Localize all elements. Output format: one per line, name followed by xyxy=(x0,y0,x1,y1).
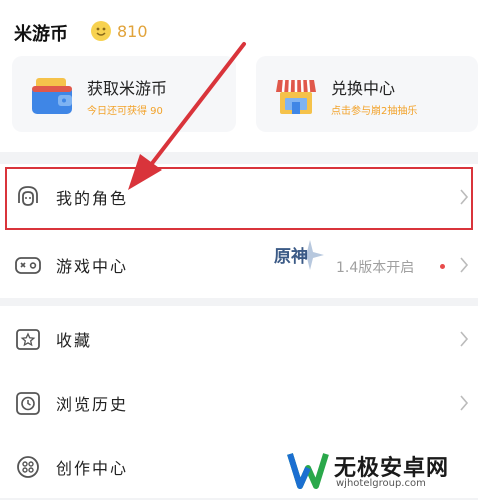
clock-icon xyxy=(16,392,40,415)
red-dot-badge xyxy=(440,264,445,269)
chevron-right-icon xyxy=(460,257,469,273)
coin-section: 米游币 810 获取米游币 今日还可获得 90 兑换中心 点击参与崩2抽抽乐 xyxy=(0,0,478,152)
watermark: 无极安卓网 wjhotelgroup.com xyxy=(286,446,472,494)
chevron-right-icon xyxy=(460,331,469,347)
exchange-center-subtitle: 点击参与崩2抽抽乐 xyxy=(331,106,418,117)
menu-item-game-center-label: 游戏中心 xyxy=(56,257,129,276)
menu-item-favorites[interactable]: 收藏 xyxy=(0,306,478,372)
exchange-center-card[interactable]: 兑换中心 点击参与崩2抽抽乐 xyxy=(256,56,478,132)
wallet-icon xyxy=(32,78,72,114)
earn-coins-card[interactable]: 获取米游币 今日还可获得 90 xyxy=(12,56,236,132)
highlight-box xyxy=(5,167,473,230)
coin-count: 810 xyxy=(117,22,148,41)
menu-item-game-center[interactable]: 游戏中心 原神 1.4版本开启 xyxy=(0,232,478,298)
gamepad-icon xyxy=(15,257,41,274)
menu-item-history-label: 浏览历史 xyxy=(56,395,129,414)
earn-coins-subtitle: 今日还可获得 90 xyxy=(87,106,163,117)
coin-section-title: 米游币 xyxy=(14,24,68,45)
creator-icon xyxy=(17,456,39,478)
chevron-right-icon xyxy=(460,395,469,411)
star-icon xyxy=(16,329,40,350)
genshin-logo-icon: 原神 xyxy=(274,240,324,270)
watermark-logo-icon xyxy=(287,453,329,489)
watermark-url: wjhotelgroup.com xyxy=(336,478,426,489)
genshin-logo-text: 原神 xyxy=(274,246,308,267)
game-center-promo: 1.4版本开启 xyxy=(336,260,415,276)
exchange-center-title: 兑换中心 xyxy=(331,79,396,98)
shop-icon xyxy=(276,79,316,114)
menu-item-creator-center-label: 创作中心 xyxy=(56,459,129,478)
menu-item-history[interactable]: 浏览历史 xyxy=(0,370,478,436)
coin-icon xyxy=(91,21,111,41)
earn-coins-title: 获取米游币 xyxy=(87,79,168,98)
menu-item-favorites-label: 收藏 xyxy=(56,331,93,350)
